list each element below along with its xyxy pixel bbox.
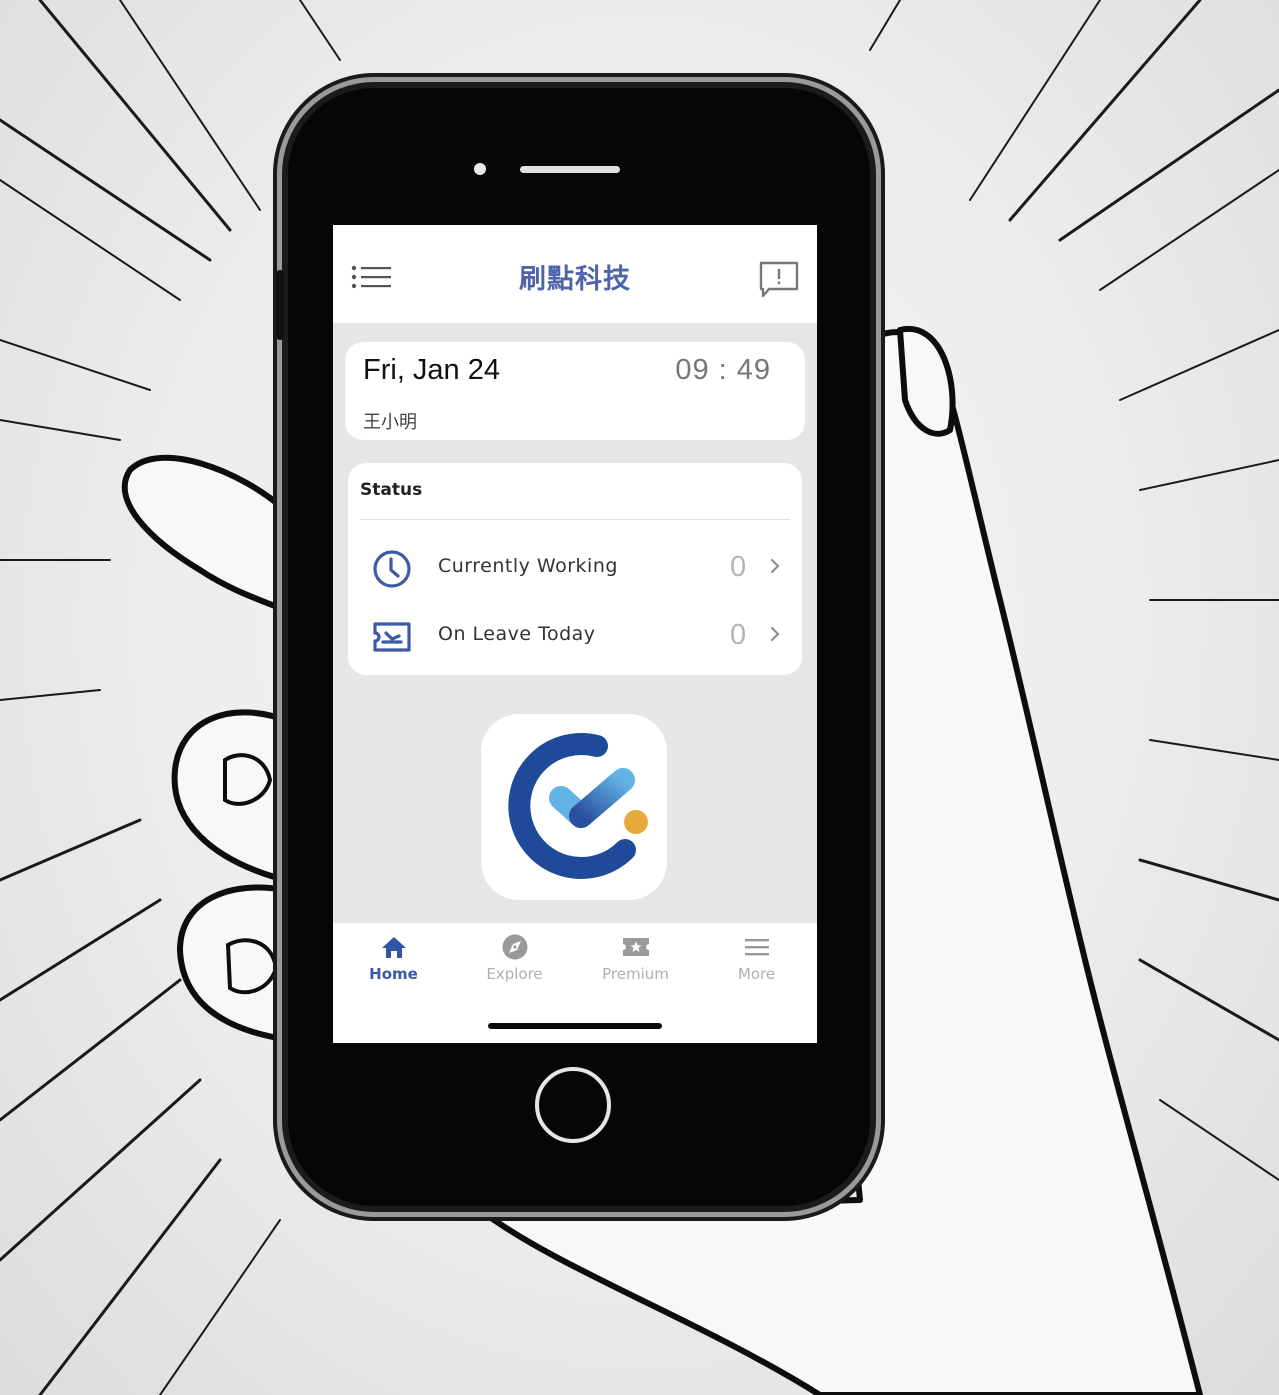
user-name: 王小明 — [363, 412, 417, 433]
tab-premium[interactable]: Premium — [575, 933, 696, 993]
tab-more[interactable]: More — [696, 933, 817, 993]
phone-home-button[interactable] — [535, 1067, 611, 1143]
hamburger-icon — [744, 939, 769, 956]
tab-home[interactable]: Home — [333, 933, 454, 993]
front-camera — [474, 163, 486, 175]
home-icon — [381, 937, 406, 958]
app-logo-tile — [481, 714, 667, 900]
status-card: Status Currently Working 0 On Leave Toda… — [348, 463, 802, 675]
current-date: Fri, Jan 24 — [363, 354, 500, 386]
divider — [360, 519, 790, 520]
phone-side-button — [276, 270, 284, 340]
tab-explore[interactable]: Explore — [454, 933, 575, 993]
tab-label: Explore — [486, 965, 543, 983]
chevron-right-icon — [771, 559, 779, 573]
tab-label: Premium — [602, 965, 669, 983]
compass-icon — [502, 934, 527, 960]
status-label: On Leave Today — [438, 623, 596, 645]
earpiece-speaker — [520, 166, 620, 173]
status-count: 0 — [730, 619, 747, 651]
status-row-on-leave-today[interactable]: On Leave Today 0 — [348, 607, 802, 663]
bottom-tab-bar: Home Explore Premium More — [333, 923, 817, 1043]
clock-icon — [373, 550, 411, 588]
tab-label: Home — [369, 965, 418, 983]
chevron-right-icon — [771, 627, 779, 641]
feedback-alert-icon[interactable] — [759, 261, 799, 299]
boarding-pass-icon — [373, 622, 411, 652]
status-label: Currently Working — [438, 555, 618, 577]
app-screen: 刷點科技 Fri, Jan 24 09 : 49 王小明 Status Curr… — [333, 225, 817, 1043]
app-logo-icon — [508, 733, 648, 879]
status-row-currently-working[interactable]: Currently Working 0 — [348, 539, 802, 595]
status-count: 0 — [730, 551, 747, 583]
app-header: 刷點科技 — [333, 225, 817, 323]
home-indicator[interactable] — [488, 1023, 662, 1029]
app-title: 刷點科技 — [519, 264, 631, 295]
ticket-star-icon — [622, 938, 649, 956]
status-title: Status — [360, 480, 423, 500]
date-time-card: Fri, Jan 24 09 : 49 王小明 — [345, 342, 805, 440]
current-time: 09 : 49 — [675, 354, 771, 386]
tab-label: More — [737, 965, 776, 983]
